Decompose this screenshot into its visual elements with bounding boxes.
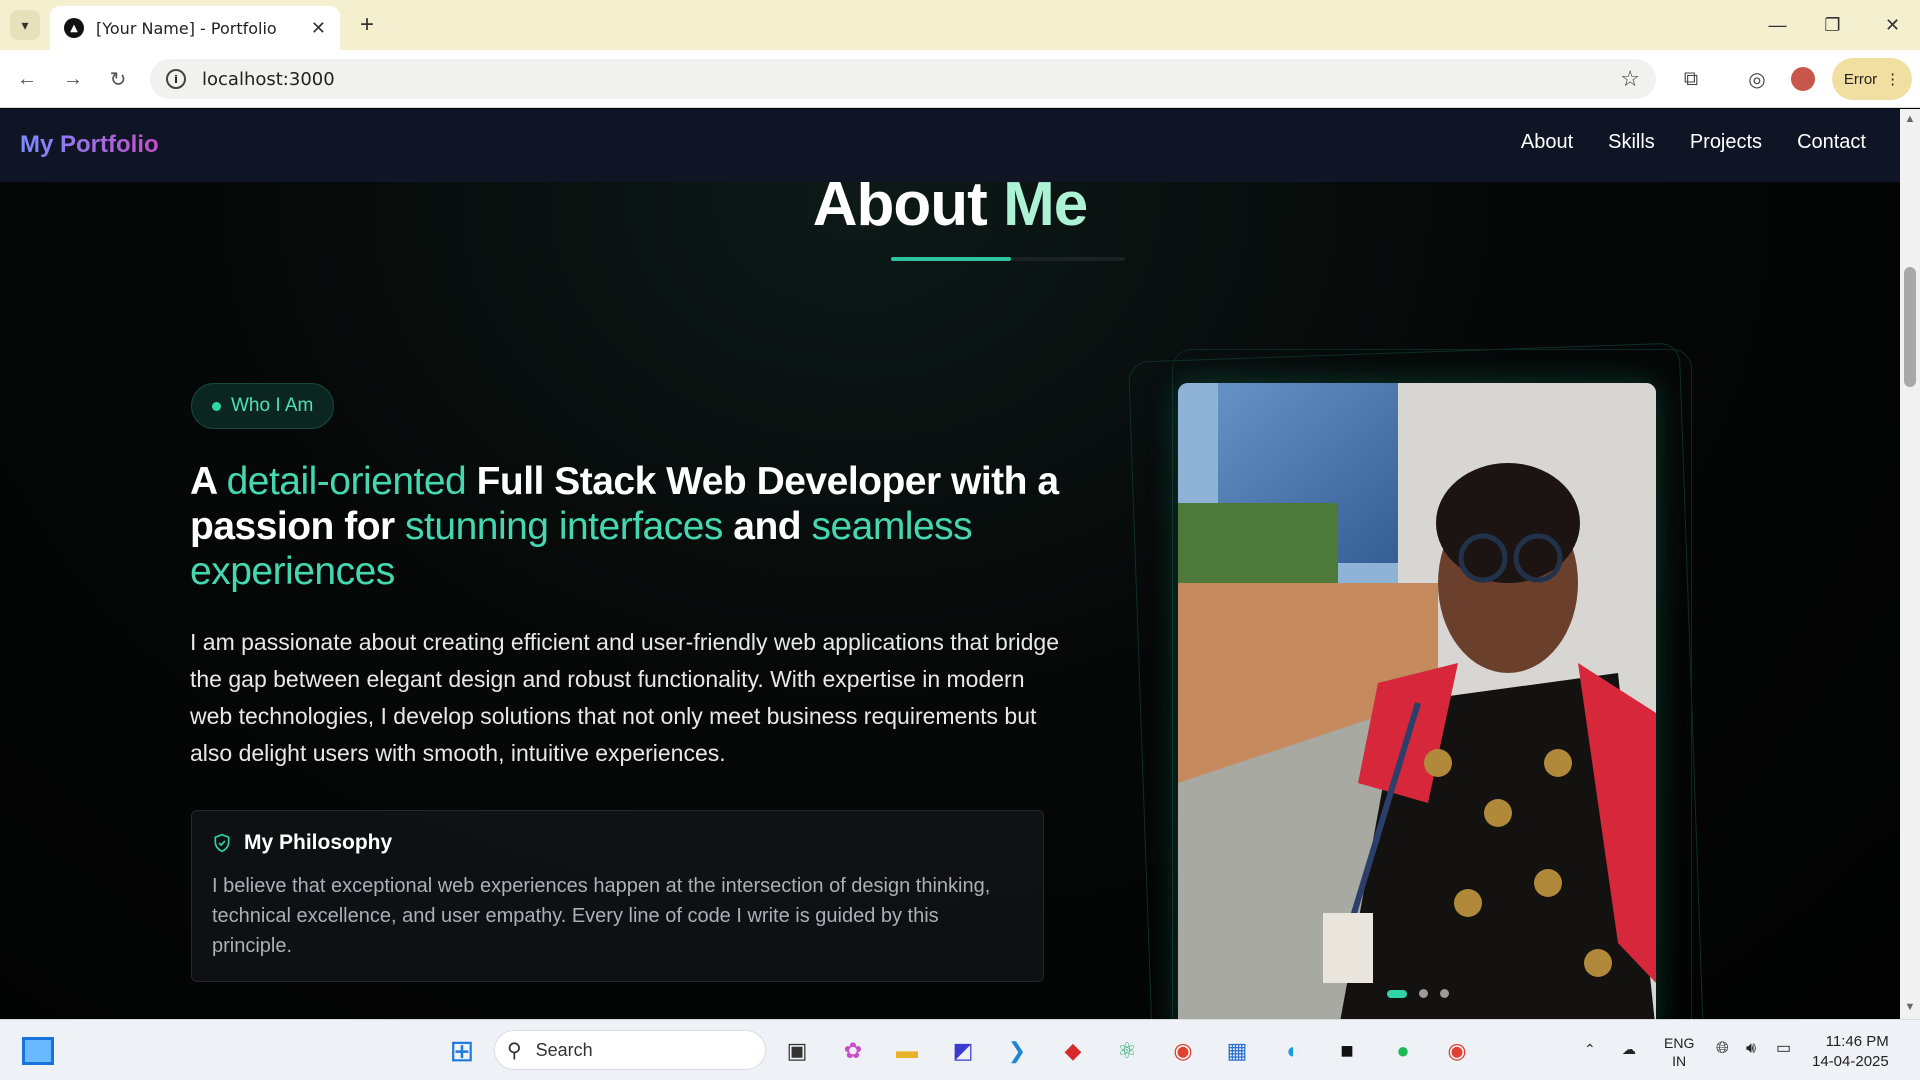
tray-chevron-up-icon[interactable]: ⌃ [1584,1040,1596,1058]
philosophy-text: I believe that exceptional web experienc… [212,875,991,957]
lang-bottom: IN [1672,1053,1687,1069]
headline-part: and [722,505,812,548]
nav-skills[interactable]: Skills [1608,131,1655,154]
tab-search-dropdown[interactable]: ▾ [10,10,40,40]
vscode-icon[interactable]: ❯ [1000,1034,1034,1068]
badge-label: Who I Am [231,395,314,416]
task-view-icon[interactable]: ▣ [780,1034,814,1068]
file-explorer-icon[interactable]: ▬ [890,1034,924,1068]
taskbar-search[interactable]: ⚲ Search [494,1030,766,1070]
onedrive-icon[interactable]: ☁ [1622,1040,1636,1058]
chrome-active-icon[interactable]: ◉ [1440,1034,1474,1068]
clock-time: 11:46 PM [1825,1033,1889,1050]
browser-tabstrip: ▾ ▲ [Your Name] - Portfolio ✕ + — ❐ ✕ [0,0,1920,50]
chevron-down-icon: ▾ [21,16,29,33]
shield-check-icon [214,833,230,853]
lang-top: ENG [1664,1035,1695,1051]
browser-toolbar: ← → ↻ i localhost:3000 ☆ ⧉ ◎ Error ⋮ [0,50,1920,108]
scroll-down-icon[interactable]: ▼ [1904,1001,1916,1013]
scroll-up-icon[interactable]: ▲ [1904,113,1916,125]
windows-taskbar: ⊞ ⚲ Search ▣ ✿ ▬ ◩ ❯ ◆ ⚛ ◉ ▦ ◐ ■ ● ◉ ⌃ ☁ … [0,1019,1920,1080]
carousel-dot-active[interactable] [1387,989,1407,998]
nav-projects[interactable]: Projects [1690,131,1762,154]
active-tab[interactable]: ▲ [Your Name] - Portfolio ✕ [50,6,340,50]
widgets-icon[interactable] [22,1037,54,1065]
error-button[interactable]: Error ⋮ [1832,58,1912,100]
site-info-icon[interactable]: i [166,69,186,89]
minimize-icon[interactable]: — [1750,0,1805,50]
search-placeholder: Search [535,1039,593,1060]
avatar [1791,67,1815,91]
who-i-am-badge: Who I Am [191,383,335,429]
bookmark-star-icon[interactable]: ☆ [1620,67,1640,92]
restore-icon[interactable]: ❐ [1805,0,1860,50]
philosophy-title: My Philosophy [244,831,393,854]
site-navbar: My Portfolio About Skills Projects Conta… [0,109,1900,182]
carousel-indicators [1387,989,1449,998]
url-text[interactable]: localhost:3000 [202,69,1620,90]
headline-part: A [190,460,227,503]
terminal-icon[interactable]: ■ [1330,1034,1364,1068]
tab-title: [Your Name] - Portfolio [96,18,277,38]
headline-highlight: detail-oriented [226,460,467,503]
nav-links: About Skills Projects Contact [1521,131,1866,154]
search-icon: ⚲ [507,1039,522,1062]
profile-photo [1178,383,1656,1019]
copilot-icon[interactable]: ✿ [836,1034,870,1068]
back-icon[interactable]: ← [12,64,42,94]
address-bar[interactable]: i localhost:3000 ☆ [150,59,1656,99]
system-clock[interactable]: 11:46 PM 14-04-2025 [1812,1032,1889,1072]
underline-accent [891,257,1011,261]
extensions-icon[interactable]: ⧉ [1676,64,1706,94]
chrome-icon[interactable]: ◉ [1166,1034,1200,1068]
start-windows-icon[interactable]: ⊞ [445,1034,479,1068]
error-label: Error [1843,70,1878,88]
vsstudio-icon[interactable]: ◩ [946,1034,980,1068]
mcafee-icon[interactable]: ◆ [1056,1034,1090,1068]
about-headline: A detail-oriented Full Stack Web Develop… [190,459,1070,594]
battery-icon[interactable]: ▭ [1776,1040,1791,1058]
nav-about[interactable]: About [1521,131,1573,154]
atom-icon[interactable]: ⚛ [1110,1034,1144,1068]
nav-contact[interactable]: Contact [1797,131,1866,154]
page-viewport: About Me My Portfolio About Skills Proje… [0,109,1900,1019]
badge-dot [212,401,221,411]
close-window-icon[interactable]: ✕ [1865,0,1920,50]
profile-avatar[interactable] [1788,64,1818,94]
new-tab-button[interactable]: + [352,10,382,40]
more-menu-icon: ⋮ [1885,71,1901,88]
volume-icon[interactable]: 🔊︎ [1746,1040,1756,1058]
clock-date: 14-04-2025 [1812,1053,1889,1070]
close-tab-icon[interactable]: ✕ [311,18,326,39]
scroll-thumb[interactable] [1904,267,1916,387]
reload-icon[interactable]: ↻ [103,64,133,94]
philosophy-card: My Philosophy I believe that exceptional… [191,810,1044,982]
philosophy-header: My Philosophy [212,831,1023,855]
section-underline [891,257,1125,261]
spotify-icon[interactable]: ● [1386,1034,1420,1068]
brand-logo[interactable]: My Portfolio [20,131,159,159]
forward-icon[interactable]: → [58,64,88,94]
carousel-dot[interactable] [1419,989,1428,998]
about-paragraph: I am passionate about creating efficient… [190,629,1059,766]
edge-icon[interactable]: ◐ [1276,1034,1310,1068]
headline-highlight: stunning interfaces [405,505,723,548]
store-icon[interactable]: ▦ [1220,1034,1254,1068]
favicon-icon: ▲ [64,18,84,38]
carousel-dot[interactable] [1440,989,1449,998]
language-indicator[interactable]: ENG IN [1664,1034,1694,1070]
page-scrollbar[interactable]: ▲ ▼ [1900,109,1920,1019]
portrait-photo-illustration [1178,383,1656,1019]
network-icon[interactable]: 🌐︎ [1716,1040,1729,1058]
performance-icon[interactable]: ◎ [1742,64,1772,94]
